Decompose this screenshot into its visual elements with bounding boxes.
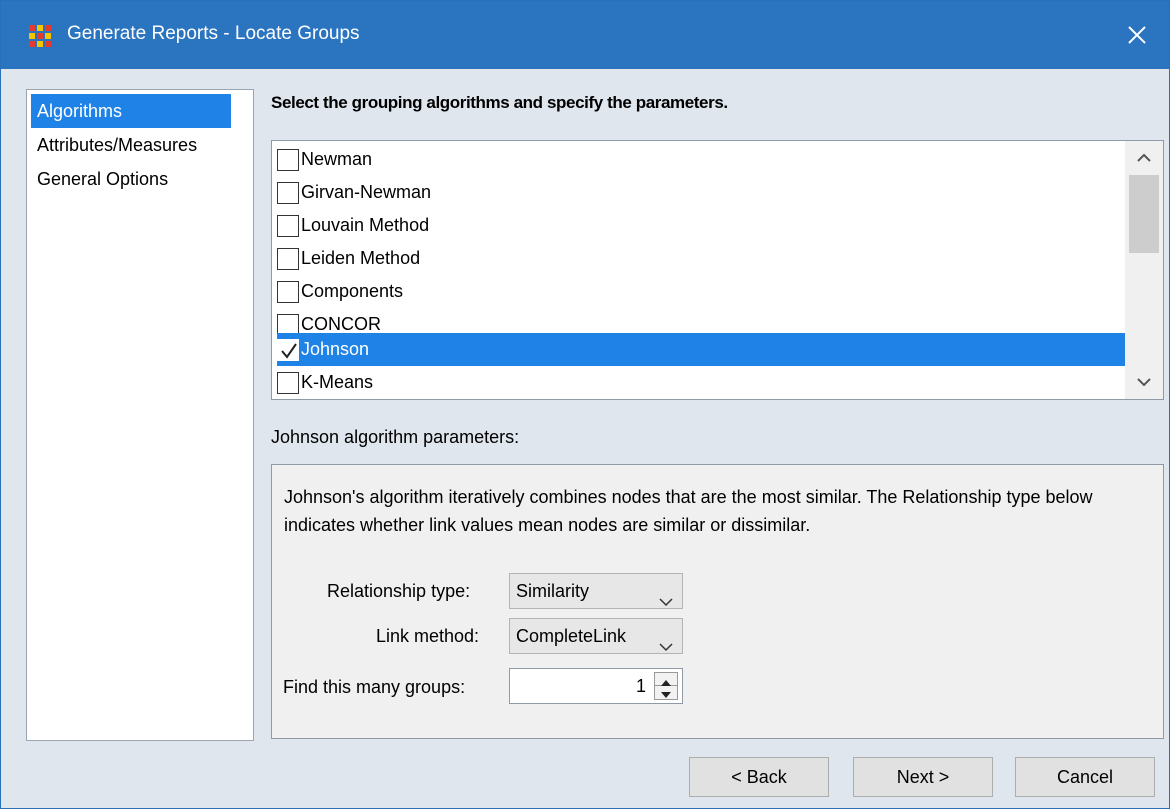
spinner-buttons	[654, 672, 678, 700]
algorithm-item-leiden[interactable]: Leiden Method	[277, 242, 1127, 275]
scrollbar-thumb[interactable]	[1129, 175, 1159, 253]
sidebar-item-general-options[interactable]: General Options	[31, 162, 249, 196]
algorithm-label: Components	[301, 281, 404, 301]
relationship-type-value: Similarity	[516, 581, 590, 601]
chevron-up-icon[interactable]	[1125, 141, 1163, 175]
checkbox[interactable]	[277, 148, 299, 171]
back-button[interactable]: < Back	[689, 757, 829, 797]
algorithm-item-girvan-newman[interactable]: Girvan-Newman	[277, 176, 1127, 209]
algorithm-label: Newman	[301, 149, 373, 169]
spin-down-icon[interactable]	[655, 686, 677, 699]
sidebar-item-attributes-measures[interactable]: Attributes/Measures	[31, 128, 249, 162]
groups-count-label: Find this many groups:	[283, 677, 466, 697]
close-icon[interactable]	[1119, 17, 1155, 53]
algorithm-label: CONCOR	[301, 314, 381, 334]
algorithm-label: Leiden Method	[301, 248, 421, 268]
groups-count-spinner[interactable]: 1	[509, 668, 683, 704]
algorithm-description: Johnson's algorithm iteratively combines…	[284, 487, 1093, 535]
checkmark-icon	[281, 342, 297, 359]
sidebar-nav: Algorithms Attributes/Measures General O…	[26, 89, 254, 741]
window-title: Generate Reports - Locate Groups	[67, 23, 360, 44]
page-heading: Select the grouping algorithms and speci…	[271, 93, 728, 112]
title-bar: Generate Reports - Locate Groups	[1, 1, 1169, 69]
relationship-type-label: Relationship type:	[327, 581, 471, 601]
algorithm-label: K-Means	[301, 372, 374, 392]
dialog-window: Generate Reports - Locate Groups Algorit…	[0, 0, 1170, 809]
algorithm-item-components[interactable]: Components	[277, 275, 1127, 308]
sidebar-item-algorithms[interactable]: Algorithms	[31, 94, 231, 128]
params-heading: Johnson algorithm parameters:	[271, 427, 520, 447]
chevron-down-icon	[658, 585, 674, 619]
algorithm-item-johnson[interactable]: Johnson	[277, 333, 1127, 366]
algorithm-label: Johnson	[301, 339, 370, 359]
spin-up-icon[interactable]	[655, 673, 677, 686]
algorithm-item-louvain[interactable]: Louvain Method	[277, 209, 1127, 242]
cancel-button[interactable]: Cancel	[1015, 757, 1155, 797]
algorithm-label: Girvan-Newman	[301, 182, 432, 202]
ora-grid-icon	[29, 25, 51, 47]
algorithm-label: Louvain Method	[301, 215, 430, 235]
checkbox[interactable]	[277, 338, 299, 361]
groups-count-value: 1	[635, 676, 646, 696]
algorithm-item-newman[interactable]: Newman	[277, 143, 1127, 176]
checkbox[interactable]	[277, 214, 299, 237]
checkbox[interactable]	[277, 280, 299, 303]
vertical-scrollbar[interactable]	[1125, 141, 1163, 399]
link-method-label: Link method:	[376, 626, 480, 646]
params-panel: Johnson's algorithm iteratively combines…	[271, 464, 1164, 739]
next-button[interactable]: Next >	[853, 757, 993, 797]
relationship-type-select[interactable]: Similarity	[509, 573, 683, 609]
chevron-down-icon	[658, 630, 674, 664]
algorithm-item-k-means[interactable]: K-Means	[277, 366, 1127, 399]
link-method-select[interactable]: CompleteLink	[509, 618, 683, 654]
link-method-value: CompleteLink	[516, 626, 627, 646]
checkbox[interactable]	[277, 247, 299, 270]
algorithm-list: Newman Girvan-Newman Louvain Method Leid…	[271, 140, 1164, 400]
checkbox[interactable]	[277, 181, 299, 204]
checkbox[interactable]	[277, 371, 299, 394]
chevron-down-icon[interactable]	[1125, 365, 1163, 399]
